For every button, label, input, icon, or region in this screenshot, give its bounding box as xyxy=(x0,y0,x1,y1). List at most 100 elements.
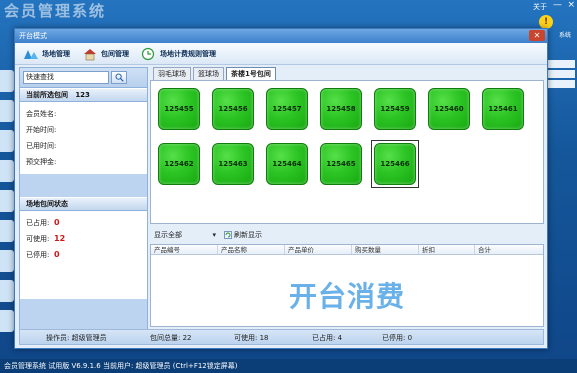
refresh-icon xyxy=(224,231,232,239)
about-link[interactable]: 关于 xyxy=(533,2,547,12)
search-row: 快速查找 xyxy=(20,68,147,88)
system-label[interactable]: 系统 xyxy=(559,30,571,39)
show-filter-select[interactable]: 显示全部 ▾ xyxy=(152,229,218,241)
operator-label: 操作员: xyxy=(46,334,70,342)
room-tile[interactable]: 125455 xyxy=(158,88,200,130)
venue-manage-button[interactable]: 场地管理 xyxy=(21,47,72,61)
left-info-panel: 快速查找 当前所选包间 123 会员姓名: 开始时间: 已用时间: 预交押金: … xyxy=(19,67,148,343)
room-status-block: 已占用: 0 可使用: 12 已停用: 0 xyxy=(20,211,147,299)
elapsed-time-label: 已用时间: xyxy=(26,142,57,150)
occupied-label: 已占用: xyxy=(26,219,50,227)
room-tile[interactable]: 125465 xyxy=(320,143,362,185)
room-disabled: 已停用: 0 xyxy=(382,334,413,342)
tab-basketball[interactable]: 篮球场 xyxy=(193,67,224,80)
panel-spacer xyxy=(20,174,147,197)
room-manage-button[interactable]: 包间管理 xyxy=(80,47,131,61)
background-right-panel xyxy=(547,60,577,340)
dialog-titlebar: 开台模式 ✕ xyxy=(15,29,547,43)
member-name-label: 会员姓名: xyxy=(26,110,57,118)
app-title: 会员管理系统 xyxy=(4,2,107,20)
consumption-grid: 产品编号 产品名称 产品单价 购买数量 折扣 合计 开台消费 xyxy=(150,244,544,327)
room-tile[interactable]: 125456 xyxy=(212,88,254,130)
close-button[interactable]: × xyxy=(567,0,575,10)
open-table-dialog: 开台模式 ✕ 场地管理 包间管理 场地计费规则管理 快速查找 当前所选包间 12… xyxy=(14,28,548,349)
warning-icon[interactable]: ! xyxy=(539,15,553,29)
available-label: 可使用: xyxy=(26,235,50,243)
operator-value: 超级管理员 xyxy=(71,334,107,342)
minimize-button[interactable]: — xyxy=(553,0,562,10)
current-room-header: 当前所选包间 123 xyxy=(20,88,147,102)
room-tile[interactable]: 125463 xyxy=(212,143,254,185)
room-manage-label: 包间管理 xyxy=(101,49,129,58)
occupied-value: 0 xyxy=(54,218,60,227)
room-tile-selected[interactable]: 125466 xyxy=(374,143,416,185)
room-number: 125464 xyxy=(272,160,302,168)
venue-manage-label: 场地管理 xyxy=(42,49,70,58)
room-number: 125455 xyxy=(164,105,194,113)
current-room-value: 123 xyxy=(75,91,90,99)
search-icon xyxy=(115,73,124,82)
venue-icon xyxy=(24,49,38,59)
room-number: 125456 xyxy=(218,105,248,113)
room-number: 125465 xyxy=(326,160,356,168)
col-discount[interactable]: 折扣 xyxy=(419,245,475,254)
available-value: 12 xyxy=(54,234,66,243)
app-status-bar: 会员管理系统 试用版 V6.9.1.6 当前用户: 超级管理员 (Ctrl+F1… xyxy=(0,359,577,373)
quick-search-input[interactable]: 快速查找 xyxy=(23,71,109,84)
room-tile[interactable]: 125457 xyxy=(266,88,308,130)
col-unit-price[interactable]: 产品单价 xyxy=(285,245,352,254)
room-icon xyxy=(84,48,96,60)
room-tile[interactable]: 125461 xyxy=(482,88,524,130)
current-room-label: 当前所选包间 xyxy=(26,91,68,99)
dropdown-arrow-icon: ▾ xyxy=(212,231,216,239)
consumption-watermark: 开台消费 xyxy=(288,280,405,313)
room-number: 125457 xyxy=(272,105,302,113)
room-area: 125455 125456 125457 125458 125459 12546… xyxy=(150,80,544,224)
disabled-status: 已停用: 0 xyxy=(26,247,141,263)
room-available: 可使用: 18 xyxy=(234,334,269,342)
billing-icon xyxy=(141,47,155,60)
start-time-label: 开始时间: xyxy=(26,126,57,134)
col-quantity[interactable]: 购买数量 xyxy=(352,245,419,254)
tab-teahouse-room[interactable]: 茶楼1号包间 xyxy=(226,67,276,80)
dialog-status-bar: 操作员: 超级管理员 包间总量: 22 可使用: 18 已占用: 4 已停用: … xyxy=(19,329,544,345)
refresh-label: 刷新显示 xyxy=(234,231,262,239)
billing-rules-label: 场地计费规则管理 xyxy=(160,49,216,58)
col-product-name[interactable]: 产品名称 xyxy=(218,245,285,254)
room-total: 包间总量: 22 xyxy=(150,334,192,342)
room-tile[interactable]: 125458 xyxy=(320,88,362,130)
dialog-close-button[interactable]: ✕ xyxy=(529,30,545,41)
refresh-button[interactable]: 刷新显示 xyxy=(224,230,262,240)
disabled-value: 0 xyxy=(54,250,60,259)
grid-header: 产品编号 产品名称 产品单价 购买数量 折扣 合计 xyxy=(151,245,543,255)
search-button[interactable] xyxy=(111,71,127,84)
occupied-status: 已占用: 0 xyxy=(26,215,141,231)
room-occupied: 已占用: 4 xyxy=(312,334,343,342)
deposit-label: 预交押金: xyxy=(26,158,57,166)
venue-tabs: 羽毛球场 篮球场 茶楼1号包间 xyxy=(153,67,276,80)
room-tile[interactable]: 125464 xyxy=(266,143,308,185)
col-product-code[interactable]: 产品编号 xyxy=(151,245,218,254)
room-number: 125463 xyxy=(218,160,248,168)
room-status-header: 场地包间状态 xyxy=(20,197,147,211)
room-tile[interactable]: 125462 xyxy=(158,143,200,185)
show-filter-value: 显示全部 xyxy=(154,231,182,239)
billing-rules-button[interactable]: 场地计费规则管理 xyxy=(139,47,218,61)
dialog-toolbar: 场地管理 包间管理 场地计费规则管理 xyxy=(15,43,547,65)
available-status: 可使用: 12 xyxy=(26,231,141,247)
room-tile[interactable]: 125459 xyxy=(374,88,416,130)
member-info-block: 会员姓名: 开始时间: 已用时间: 预交押金: xyxy=(20,102,147,174)
operator-info: 操作员: 超级管理员 xyxy=(46,333,107,343)
room-tile[interactable]: 125460 xyxy=(428,88,470,130)
col-total[interactable]: 合计 xyxy=(475,245,543,254)
room-number: 125459 xyxy=(380,105,410,113)
room-number: 125458 xyxy=(326,105,356,113)
disabled-label: 已停用: xyxy=(26,251,50,259)
room-number: 125462 xyxy=(164,160,194,168)
background-left-menu xyxy=(0,60,14,340)
filter-bar: 显示全部 ▾ 刷新显示 xyxy=(150,228,544,242)
room-number: 125460 xyxy=(434,105,464,113)
room-number: 125461 xyxy=(488,105,518,113)
dialog-title: 开台模式 xyxy=(19,32,47,40)
tab-badminton[interactable]: 羽毛球场 xyxy=(153,67,191,80)
